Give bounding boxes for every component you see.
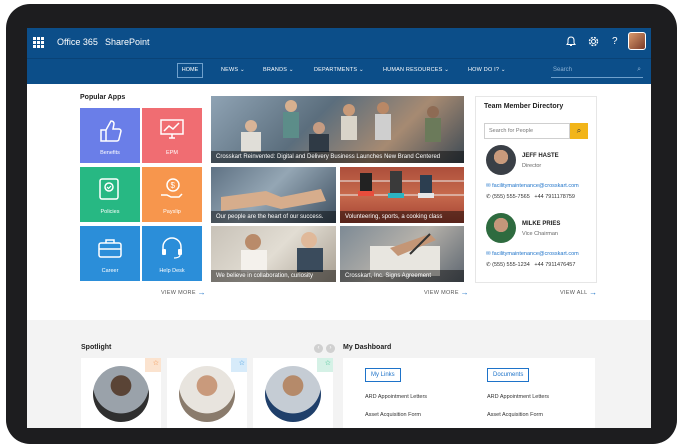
dashboard-link[interactable]: Asset Acquisition Form xyxy=(487,412,543,418)
arrow-right-icon: → xyxy=(460,288,469,297)
svg-text:$: $ xyxy=(171,181,176,190)
my-links-button[interactable]: My Links xyxy=(365,368,401,382)
arrow-right-icon: → xyxy=(197,288,206,297)
app-tile-payslip[interactable]: $ Payslip xyxy=(142,167,202,222)
star-icon[interactable]: ☆ xyxy=(145,358,161,372)
nav-news[interactable]: NEWS ⌄ xyxy=(221,67,245,73)
dashboard-link[interactable]: ARD Appointment Letters xyxy=(365,394,427,400)
person-role: Director xyxy=(522,163,542,169)
spotlight-photo xyxy=(265,366,321,422)
nav-brands[interactable]: BRANDS ⌄ xyxy=(263,67,294,73)
gear-icon[interactable] xyxy=(588,36,599,51)
team-directory-card: Team Member Directory Search for People … xyxy=(475,96,597,283)
app-label: Benefits xyxy=(100,150,120,156)
arrow-right-icon: → xyxy=(589,288,598,297)
star-icon[interactable]: ☆ xyxy=(231,358,247,372)
app-label: Help Desk xyxy=(159,268,185,274)
nav-home[interactable]: HOME xyxy=(177,63,203,78)
suite-bar: Office 365 SharePoint ? xyxy=(27,28,651,58)
app-tile-benefits[interactable]: Benefits xyxy=(80,108,140,163)
bell-icon[interactable] xyxy=(566,36,576,51)
mail-icon: ✉ xyxy=(486,183,491,189)
app-label: Career xyxy=(101,268,119,274)
news-item-featured[interactable]: Crosskart Reinvented: Digital and Delive… xyxy=(211,96,464,163)
prev-arrow-icon[interactable]: ‹ xyxy=(314,344,323,353)
waffle-icon[interactable] xyxy=(33,37,44,48)
directory-title: Team Member Directory xyxy=(484,103,564,110)
person-name: MILKE PRIES xyxy=(522,221,561,227)
main-content: Popular Apps Benefits EPM Policies $ Pay… xyxy=(27,84,651,320)
app-tile-epm[interactable]: EPM xyxy=(142,108,202,163)
office365-label[interactable]: Office 365 xyxy=(57,37,98,47)
news-caption: Crosskart Reinvented: Digital and Delive… xyxy=(211,151,464,163)
spotlight-card[interactable]: ☆ xyxy=(167,358,247,428)
headset-icon xyxy=(162,237,182,259)
news-caption: Our people are the heart of our success. xyxy=(211,211,336,223)
star-icon[interactable]: ☆ xyxy=(317,358,333,372)
person-avatar-jeff[interactable] xyxy=(486,145,516,175)
person-email[interactable]: ✉ facilitymaintenance@crosskart.com xyxy=(486,251,579,257)
next-arrow-icon[interactable]: › xyxy=(326,344,335,353)
search-icon: ⌕ xyxy=(576,126,582,135)
documents-button[interactable]: Documents xyxy=(487,368,530,382)
dashboard-panel: My Links Documents ARD Appointment Lette… xyxy=(343,358,595,428)
search-button[interactable]: ⌕ xyxy=(570,123,588,139)
apps-view-more-link[interactable]: VIEW MORE → xyxy=(161,288,206,297)
chart-icon xyxy=(160,119,184,139)
search-icon[interactable]: ⌕ xyxy=(637,66,641,74)
nav-search-input[interactable]: Search ⌕ xyxy=(551,65,643,78)
spotlight-photo xyxy=(93,366,149,422)
popular-apps-title: Popular Apps xyxy=(80,94,126,101)
person-role: Vice Chairman xyxy=(522,231,558,237)
news-caption: Volunteering, sports, a cooking class xyxy=(340,211,464,223)
app-label: Payslip xyxy=(163,209,181,215)
phone-icon: ✆ xyxy=(486,262,491,268)
user-avatar[interactable] xyxy=(628,32,646,50)
certificate-icon xyxy=(99,178,119,200)
dashboard-link[interactable]: ARD Appointment Letters xyxy=(487,394,549,400)
app-label: Policies xyxy=(100,209,120,215)
spotlight-card[interactable]: ☆ xyxy=(81,358,161,428)
spotlight-card[interactable]: ☆ xyxy=(253,358,333,428)
news-item-collaboration[interactable]: We believe in collaboration, curiosity xyxy=(211,226,336,282)
dashboard-link[interactable]: Asset Acquisition Form xyxy=(365,412,421,418)
person-email[interactable]: ✉ facilitymaintenance@crosskart.com xyxy=(486,183,579,189)
news-view-more-link[interactable]: VIEW MORE → xyxy=(424,288,469,297)
person-avatar-milke[interactable] xyxy=(486,213,516,243)
nav-departments[interactable]: DEPARTMENTS ⌄ xyxy=(314,67,364,73)
sharepoint-screen: Office 365 SharePoint ? HOME NEWS ⌄ BRAN… xyxy=(27,28,651,428)
directory-view-all-link[interactable]: VIEW ALL → xyxy=(560,288,597,297)
nav-how-do-i[interactable]: HOW DO I? ⌄ xyxy=(468,67,506,73)
bottom-section: Spotlight ‹ › ☆ ☆ ☆ My Dashboard My Link… xyxy=(27,320,651,428)
mail-icon: ✉ xyxy=(486,251,491,257)
briefcase-icon xyxy=(98,239,122,258)
people-search-input[interactable]: Search for People xyxy=(484,123,570,139)
person-phones: ✆ (555) 555-1234 +44 7911476457 xyxy=(486,262,576,268)
spotlight-title: Spotlight xyxy=(81,344,112,351)
dashboard-title: My Dashboard xyxy=(343,344,392,351)
money-hand-icon: $ xyxy=(161,178,183,198)
person-phones: ✆ (555) 555-7565 +44 7911178759 xyxy=(486,194,575,200)
news-item-people[interactable]: Our people are the heart of our success. xyxy=(211,167,336,223)
news-caption: We believe in collaboration, curiosity xyxy=(211,270,336,282)
person-name: JEFF HASTE xyxy=(522,153,559,159)
app-tile-policies[interactable]: Policies xyxy=(80,167,140,222)
phone-icon: ✆ xyxy=(486,194,491,200)
news-caption: Crosskart, Inc. Signs Agreement xyxy=(340,270,464,282)
sharepoint-label[interactable]: SharePoint xyxy=(105,37,150,47)
thumbs-up-icon xyxy=(100,120,122,142)
nav-human-resources[interactable]: HUMAN RESOURCES ⌄ xyxy=(383,67,449,73)
spotlight-photo xyxy=(179,366,235,422)
help-icon[interactable]: ? xyxy=(612,36,618,48)
main-navigation: HOME NEWS ⌄ BRANDS ⌄ DEPARTMENTS ⌄ HUMAN… xyxy=(27,58,651,84)
news-item-agreement[interactable]: Crosskart, Inc. Signs Agreement xyxy=(340,226,464,282)
app-label: EPM xyxy=(166,150,178,156)
app-tile-career[interactable]: Career xyxy=(80,226,140,281)
news-item-volunteering[interactable]: Volunteering, sports, a cooking class xyxy=(340,167,464,223)
app-tile-help-desk[interactable]: Help Desk xyxy=(142,226,202,281)
